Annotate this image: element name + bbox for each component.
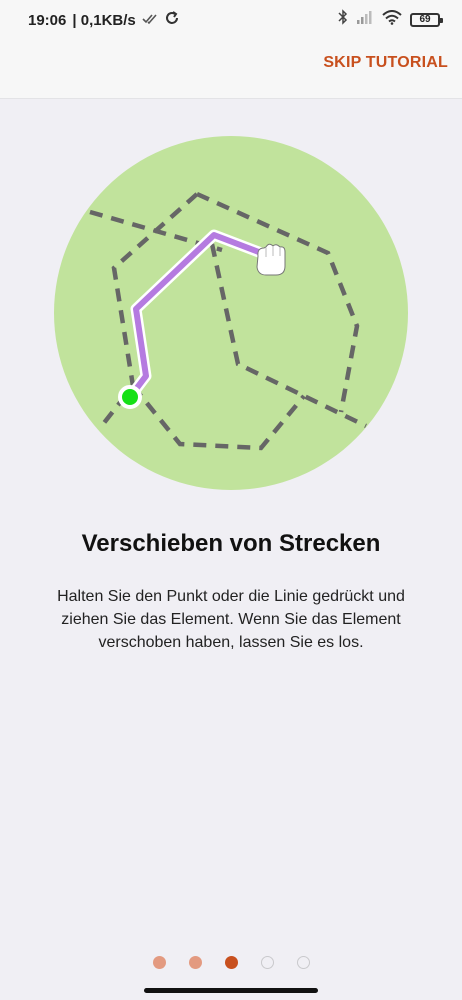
page-dot-2[interactable] [188, 956, 202, 969]
status-right: 69 [338, 9, 443, 30]
battery-level: 69 [419, 14, 431, 25]
signal-icon [356, 10, 374, 29]
bluetooth-icon [338, 9, 348, 30]
sync-icon [164, 10, 180, 30]
page-dot-1[interactable] [152, 956, 166, 969]
network-speed: | 0,1KB/s [72, 11, 136, 29]
skip-tutorial-button[interactable]: SKIP TUTORIAL [323, 54, 448, 72]
wifi-icon [382, 9, 402, 30]
double-check-icon [142, 12, 158, 29]
page-dot-5[interactable] [296, 956, 310, 969]
status-bar: 19:06 | 0,1KB/s 69 [0, 0, 462, 40]
page-indicator [0, 956, 462, 969]
status-left: 19:06 | 0,1KB/s [28, 10, 180, 30]
tutorial-description: Halten Sie den Punkt oder die Linie gedr… [57, 588, 405, 651]
tutorial-illustration [54, 136, 408, 490]
page-dot-4[interactable] [260, 956, 274, 969]
route-start-point[interactable] [118, 385, 142, 409]
battery-icon: 69 [410, 12, 443, 27]
tutorial-title: Verschieben von Strecken [81, 530, 381, 557]
status-time: 19:06 [28, 11, 67, 29]
page-dot-3-active[interactable] [224, 956, 238, 969]
illustration-circle [54, 136, 408, 490]
tutorial-header: SKIP TUTORIAL [0, 40, 462, 99]
hand-pointer-icon [256, 243, 286, 276]
home-indicator[interactable] [144, 988, 318, 993]
